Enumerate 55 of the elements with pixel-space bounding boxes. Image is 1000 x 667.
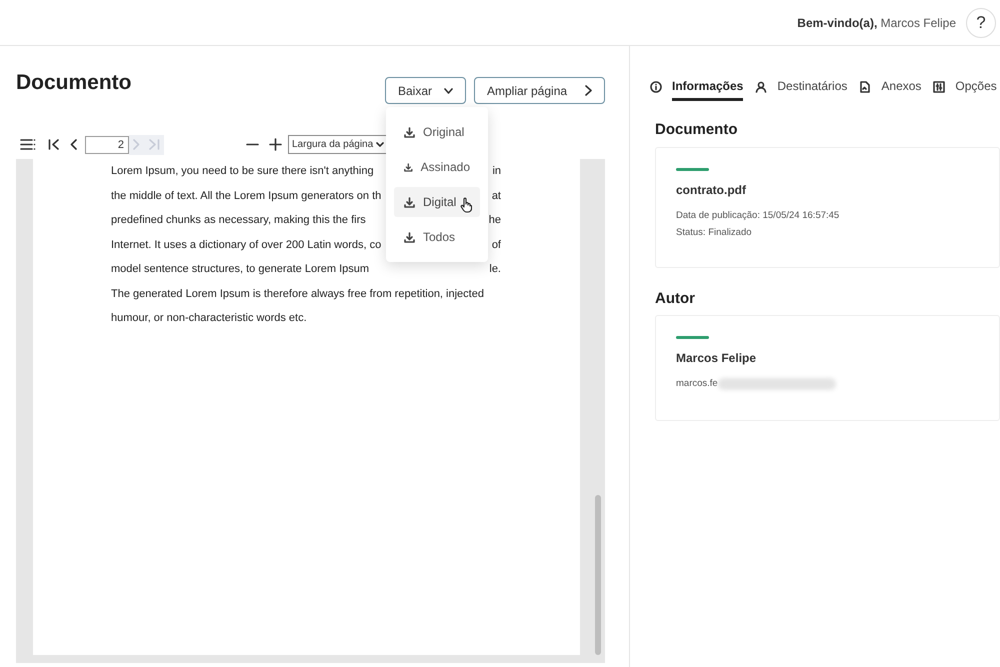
chevron-down-icon xyxy=(444,88,453,94)
section-title: Documento xyxy=(655,120,738,140)
file-icon xyxy=(859,81,872,93)
help-button[interactable]: ? xyxy=(966,8,996,38)
card-name: Marcos Felipe xyxy=(676,350,758,367)
tab[interactable]: Opções xyxy=(955,73,997,101)
info-icon xyxy=(650,81,662,93)
chevron-down-icon xyxy=(376,142,384,147)
download-button[interactable]: Baixar xyxy=(384,77,466,104)
text-fragment: of xyxy=(492,238,501,252)
next-page-icon xyxy=(133,139,140,150)
last-page-icon xyxy=(148,139,160,150)
text-line: The generated Lorem Ipsum is therefore always free from repetition, injected xyxy=(111,286,484,302)
download-icon xyxy=(404,196,415,208)
page-number-field[interactable]: 2 xyxy=(85,136,129,154)
chevron-right-icon xyxy=(585,85,592,96)
page-title: Documento xyxy=(16,70,132,93)
download-icon xyxy=(404,162,413,172)
text-line: predefined chunks as necessary, making this the firs xyxy=(111,213,366,228)
text-line: humour, or non-characteristic words etc. xyxy=(111,311,307,326)
text-line: Internet. It uses a dictionary of over 200 Latin words, co xyxy=(111,238,382,252)
tab[interactable]: Informações xyxy=(672,73,744,101)
text-line: model sentence structures, to generate Lorem Ipsum xyxy=(111,262,370,277)
expand-page-button[interactable]: Ampliar página xyxy=(474,77,605,104)
tab[interactable]: Anexos xyxy=(881,73,922,101)
text-fragment: le. xyxy=(489,262,501,277)
accent-bar xyxy=(676,336,709,339)
download-icon xyxy=(404,232,415,242)
detail-text: marcos.fe xyxy=(676,377,718,391)
detail-text: Status: Finalizado xyxy=(676,226,752,240)
menu-item[interactable]: Digital xyxy=(394,187,480,217)
previous-page-icon xyxy=(70,139,77,150)
zoom-select[interactable]: Largura da página xyxy=(288,135,388,154)
tab[interactable]: Destinatários xyxy=(777,73,848,101)
zoom-in-icon xyxy=(269,138,282,151)
download-icon xyxy=(404,126,415,138)
text-line: the middle of text. All the Lorem Ipsum generators on th xyxy=(111,188,382,204)
menu-item[interactable]: Todos xyxy=(394,222,480,252)
accent-bar xyxy=(676,168,709,170)
menu-item[interactable]: Original xyxy=(394,117,480,147)
person-icon xyxy=(755,81,768,93)
text-line: Lorem Ipsum, you need to be sure there isn't anything xyxy=(111,164,374,179)
section-title: Autor xyxy=(655,288,696,308)
detail-text: Data de publicação: 15/05/24 16:57:45 xyxy=(676,208,840,222)
text-fragment: he xyxy=(488,213,501,228)
scrollbar-thumb[interactable] xyxy=(595,495,601,655)
text-fragment: in xyxy=(492,164,501,179)
card-name: contrato.pdf xyxy=(676,182,747,198)
sliders-icon xyxy=(933,81,946,93)
hand-cursor-icon xyxy=(460,197,472,213)
sidebar-toggle-icon xyxy=(20,139,36,150)
menu-item[interactable]: Assinado xyxy=(394,152,480,182)
text-fragment: at xyxy=(492,188,501,204)
first-page-icon xyxy=(48,139,60,150)
greeting-text: Bem-vindo(a), Marcos Felipe xyxy=(797,14,956,32)
